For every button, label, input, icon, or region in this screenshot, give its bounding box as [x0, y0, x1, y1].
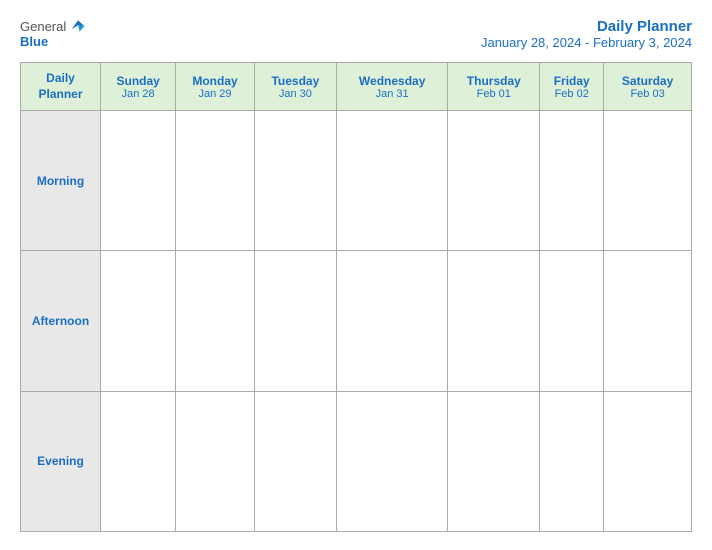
col-header-wednesday: Wednesday Jan 31 [336, 63, 447, 111]
cell-morning-saturday[interactable] [604, 111, 692, 251]
day-name-sunday: Sunday [103, 74, 173, 88]
day-date-monday: Jan 29 [178, 88, 251, 100]
cell-evening-tuesday[interactable] [254, 391, 336, 531]
date-range: January 28, 2024 - February 3, 2024 [481, 35, 692, 50]
table-row-afternoon: Afternoon [21, 251, 692, 391]
cell-evening-wednesday[interactable] [336, 391, 447, 531]
day-date-sunday: Jan 28 [103, 88, 173, 100]
day-name-thursday: Thursday [450, 74, 537, 88]
label-header-line2: Planner [38, 87, 82, 101]
col-header-monday: Monday Jan 29 [176, 63, 254, 111]
cell-evening-sunday[interactable] [101, 391, 176, 531]
cell-afternoon-wednesday[interactable] [336, 251, 447, 391]
table-label-header: Daily Planner [21, 63, 101, 111]
cell-evening-friday[interactable] [540, 391, 604, 531]
cell-morning-sunday[interactable] [101, 111, 176, 251]
table-row-evening: Evening [21, 391, 692, 531]
col-header-sunday: Sunday Jan 28 [101, 63, 176, 111]
row-label-morning: Morning [21, 111, 101, 251]
day-date-tuesday: Jan 30 [257, 88, 334, 100]
cell-afternoon-saturday[interactable] [604, 251, 692, 391]
cell-morning-thursday[interactable] [448, 111, 540, 251]
logo-blue: Blue [20, 34, 48, 49]
cell-afternoon-monday[interactable] [176, 251, 254, 391]
day-name-wednesday: Wednesday [339, 74, 445, 88]
cell-evening-thursday[interactable] [448, 391, 540, 531]
day-date-wednesday: Jan 31 [339, 88, 445, 100]
cell-evening-saturday[interactable] [604, 391, 692, 531]
col-header-thursday: Thursday Feb 01 [448, 63, 540, 111]
day-name-saturday: Saturday [606, 74, 689, 88]
day-date-friday: Feb 02 [542, 88, 601, 100]
cell-morning-friday[interactable] [540, 111, 604, 251]
page-title: Daily Planner [481, 18, 692, 35]
cell-afternoon-sunday[interactable] [101, 251, 176, 391]
cell-morning-monday[interactable] [176, 111, 254, 251]
table-header-row: Daily Planner Sunday Jan 28 Monday Jan 2… [21, 63, 692, 111]
logo-area: General Blue [20, 18, 86, 49]
planner-table: Daily Planner Sunday Jan 28 Monday Jan 2… [20, 62, 692, 532]
cell-morning-tuesday[interactable] [254, 111, 336, 251]
day-name-monday: Monday [178, 74, 251, 88]
cell-afternoon-friday[interactable] [540, 251, 604, 391]
row-label-afternoon: Afternoon [21, 251, 101, 391]
page-header: General Blue Daily Planner January 28, 2… [20, 18, 692, 50]
logo-general: General [20, 19, 66, 34]
cell-morning-wednesday[interactable] [336, 111, 447, 251]
table-row-morning: Morning [21, 111, 692, 251]
cell-afternoon-thursday[interactable] [448, 251, 540, 391]
cell-evening-monday[interactable] [176, 391, 254, 531]
day-date-thursday: Feb 01 [450, 88, 537, 100]
col-header-saturday: Saturday Feb 03 [604, 63, 692, 111]
day-date-saturday: Feb 03 [606, 88, 689, 100]
col-header-friday: Friday Feb 02 [540, 63, 604, 111]
day-name-tuesday: Tuesday [257, 74, 334, 88]
col-header-tuesday: Tuesday Jan 30 [254, 63, 336, 111]
logo-bird-icon [70, 18, 86, 34]
label-header-line1: Daily [46, 71, 75, 85]
cell-afternoon-tuesday[interactable] [254, 251, 336, 391]
row-label-evening: Evening [21, 391, 101, 531]
day-name-friday: Friday [542, 74, 601, 88]
title-area: Daily Planner January 28, 2024 - Februar… [481, 18, 692, 50]
